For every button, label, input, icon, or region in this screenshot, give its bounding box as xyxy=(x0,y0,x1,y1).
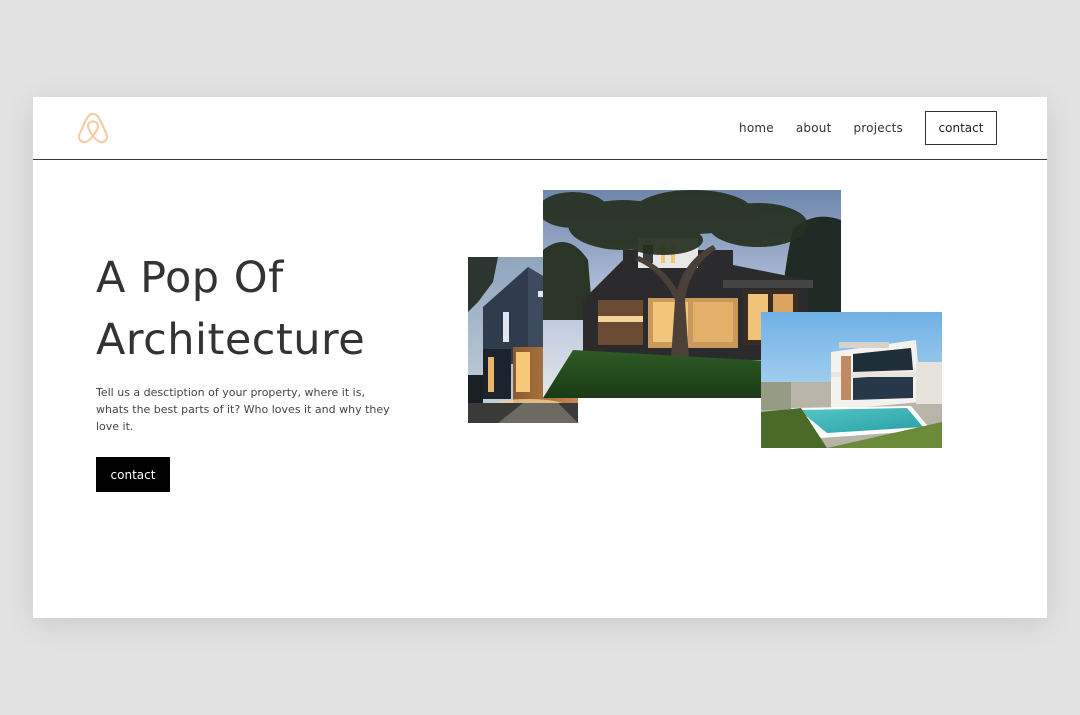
house-photo-right xyxy=(761,312,942,448)
hero-description: Tell us a desctiption of your property, … xyxy=(96,386,390,433)
main-nav: home about projects contact xyxy=(739,110,997,146)
hero-title: A Pop Of Architecture xyxy=(96,247,365,371)
nav-projects-link[interactable]: projects xyxy=(853,121,903,135)
hero-title-line-2: Architecture xyxy=(96,315,366,365)
site-header: home about projects contact xyxy=(33,97,1047,160)
hero-title-line-1: A Pop Of xyxy=(96,253,284,303)
hero-contact-button[interactable]: contact xyxy=(96,457,170,492)
page-card: home about projects contact A Pop Of Arc… xyxy=(33,97,1047,618)
nav-about-link[interactable]: about xyxy=(796,121,832,135)
nav-contact-button[interactable]: contact xyxy=(925,111,997,145)
nav-home-link[interactable]: home xyxy=(739,121,774,135)
logo-icon[interactable] xyxy=(75,110,111,146)
